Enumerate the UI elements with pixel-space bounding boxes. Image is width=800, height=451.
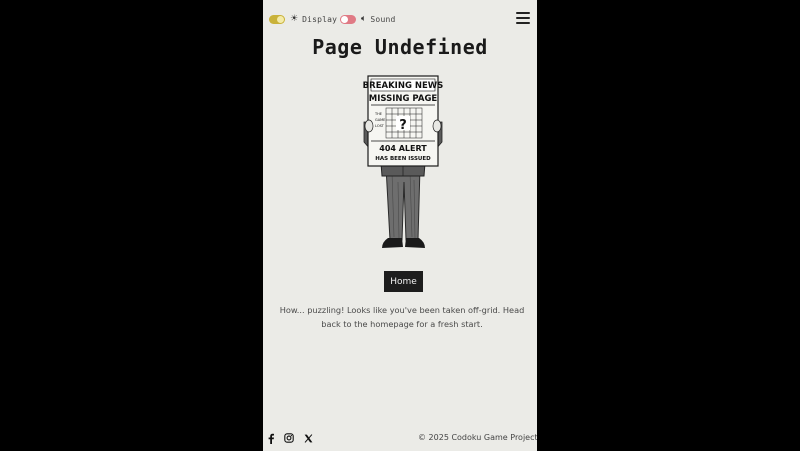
display-label: Display [302,14,338,24]
facebook-icon-svg [268,433,274,444]
instagram-icon-svg [284,433,294,443]
x-icon-svg [304,433,312,443]
display-toggle-group[interactable]: ☀ Display [269,12,337,26]
hamburger-menu-button[interactable] [516,12,530,24]
newspaper-man-illustration: BREAKING NEWS MISSING PAGE THE GAME LOST… [363,75,444,248]
alert-line-1: 404 ALERT [379,144,427,153]
home-button[interactable]: Home [384,271,423,292]
x-icon[interactable] [302,432,314,444]
sound-toggle[interactable] [340,14,356,24]
sound-label: Sound [370,14,396,24]
copyright-text: © 2025 Codoku Game Project [418,433,537,442]
side-text-3: LOST [375,124,385,128]
sound-toggle-knob [341,15,348,23]
grid-question-mark: ? [399,118,407,133]
headline-2: MISSING PAGE [369,94,438,104]
footer: © 2025 Codoku Game Project [263,430,537,446]
side-text-2: GAME [375,118,385,122]
facebook-icon[interactable] [265,432,277,444]
menu-line [516,17,530,19]
error-message: How... puzzling! Looks like you've been … [279,305,525,329]
page-title: Page Undefined [312,35,488,59]
alert-line-2: HAS BEEN ISSUED [375,156,431,162]
page-container: ☀ Display 🔈︎ Sound Page Undefined BREAKI… [263,0,537,451]
top-bar: ☀ Display 🔈︎ Sound [263,0,537,36]
instagram-icon[interactable] [283,432,295,444]
side-text-1: THE [374,112,382,116]
sound-toggle-group[interactable]: 🔈︎ Sound [340,12,396,26]
display-toggle-knob [277,15,284,23]
display-toggle[interactable] [269,14,285,24]
headline-1: BREAKING NEWS [363,81,444,91]
sun-icon: ☀ [290,13,299,24]
menu-line [516,22,530,24]
speaker-muted-icon: 🔈︎ [361,13,367,24]
menu-line [516,12,530,14]
